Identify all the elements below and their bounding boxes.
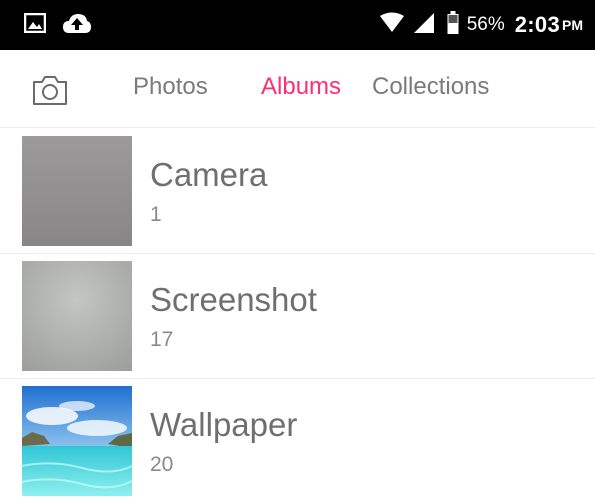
album-count: 20 — [150, 453, 174, 476]
tab-photos[interactable]: Photos — [133, 72, 208, 102]
status-bar: 56% 2:03 PM — [0, 0, 595, 50]
album-count: 1 — [150, 203, 162, 226]
status-bar-system: 56% 2:03 PM — [379, 10, 583, 40]
top-tab-bar: Photos Albums Collections — [0, 50, 595, 128]
battery-percent: 56% — [466, 14, 505, 35]
clock-time: 2:03 — [514, 12, 560, 37]
status-bar-notifications — [23, 12, 92, 39]
album-name: Wallpaper — [150, 406, 298, 443]
album-thumbnail — [22, 386, 132, 496]
album-count: 17 — [150, 328, 174, 351]
camera-icon[interactable] — [30, 70, 70, 110]
tab-albums[interactable]: Albums — [261, 72, 341, 102]
clock-ampm: PM — [562, 17, 583, 33]
battery-icon — [447, 10, 459, 40]
cloud-upload-icon — [62, 12, 92, 39]
tab-collections[interactable]: Collections — [372, 72, 489, 102]
album-name: Screenshot — [150, 281, 317, 318]
album-item-wallpaper[interactable]: Wallpaper 20 — [0, 378, 595, 503]
album-thumbnail — [22, 136, 132, 246]
album-name: Camera — [150, 156, 268, 193]
cellular-signal-icon — [413, 12, 435, 39]
wifi-icon — [379, 12, 405, 39]
album-item-camera[interactable]: Camera 1 — [0, 128, 595, 254]
album-item-screenshot[interactable]: Screenshot 17 — [0, 253, 595, 379]
album-thumbnail — [22, 261, 132, 371]
image-notification-icon — [23, 12, 47, 38]
